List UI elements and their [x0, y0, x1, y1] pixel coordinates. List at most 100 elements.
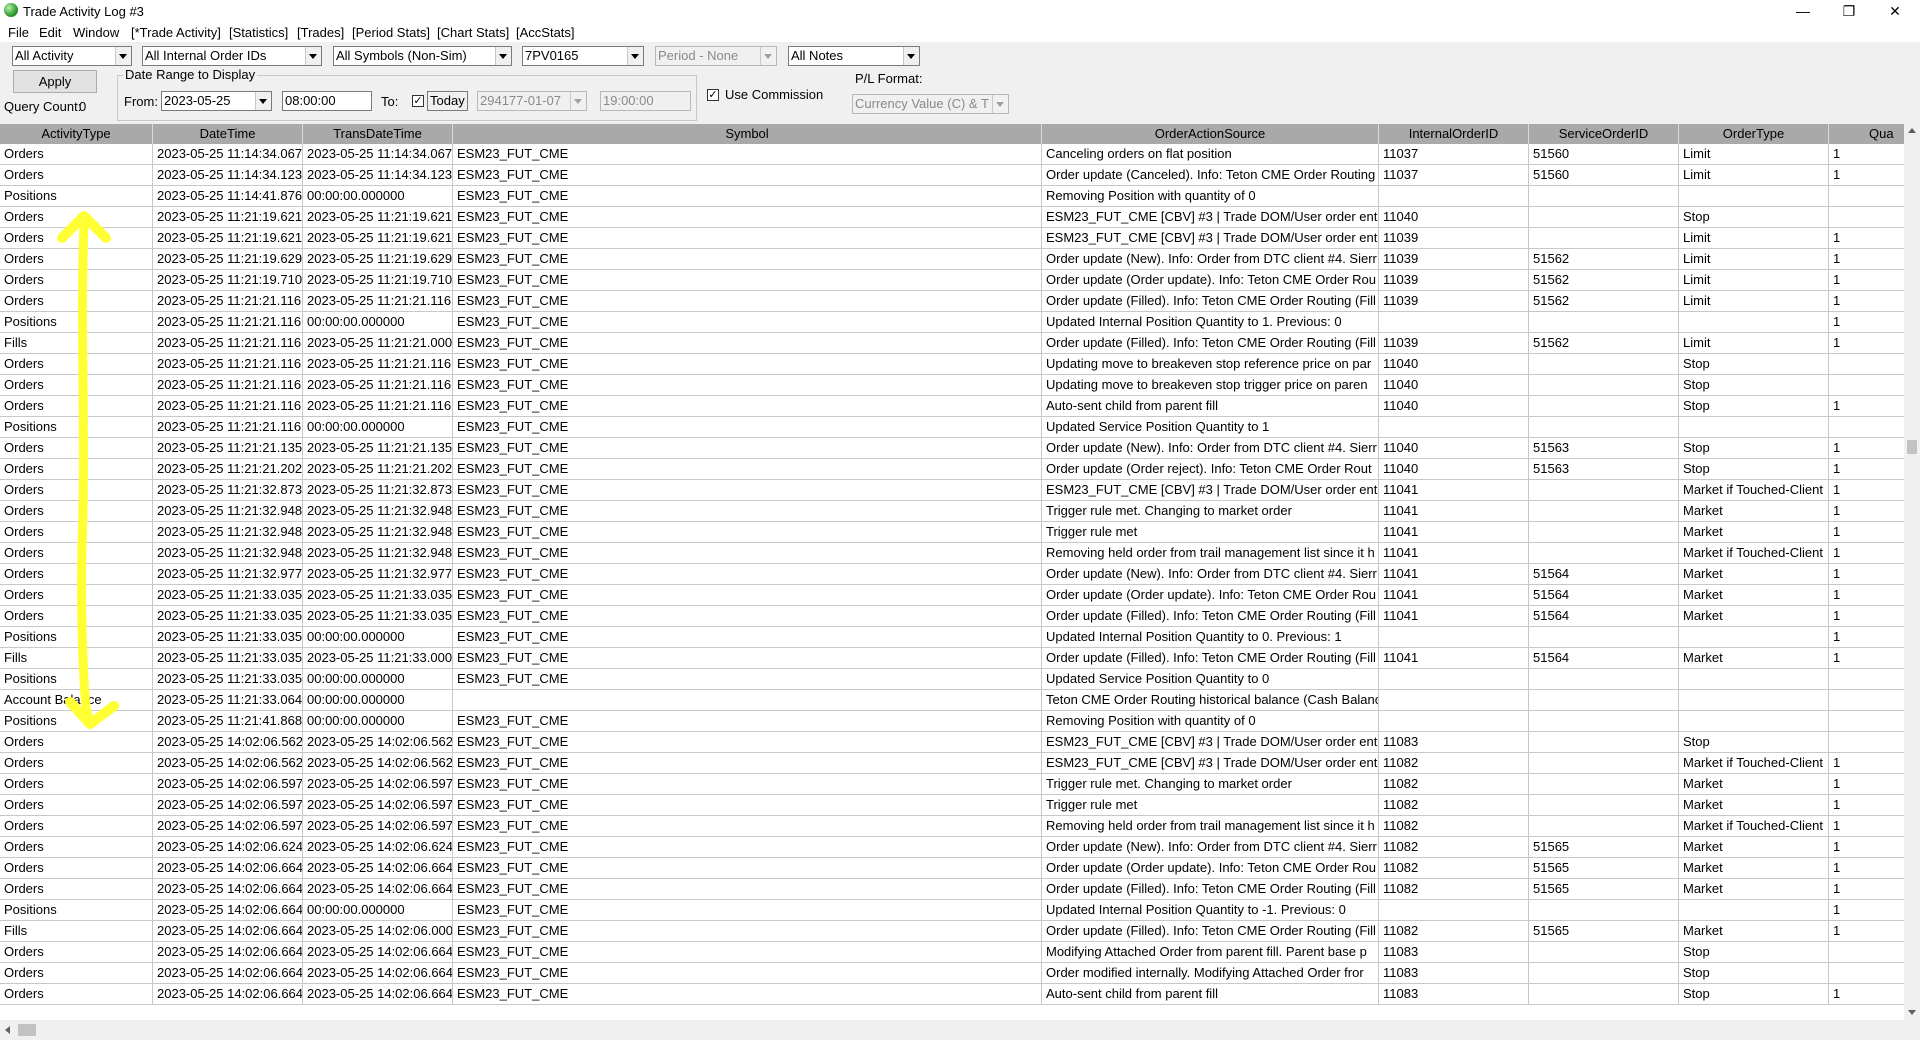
menu-edit[interactable]: Edit — [39, 25, 61, 40]
cell-internal-order-id — [1379, 690, 1529, 710]
table-row[interactable]: Orders 2023-05-25 11:21:32.948 2023-05-25 … — [0, 522, 1904, 543]
column-header-order-action-source[interactable]: OrderActionSource — [1042, 124, 1379, 144]
table-row[interactable]: Orders 2023-05-25 11:14:34.067 2023-05-25 … — [0, 144, 1904, 165]
menu-chart-stats[interactable]: [Chart Stats] — [437, 25, 509, 40]
table-row[interactable]: Orders 2023-05-25 11:21:19.621 2023-05-25 … — [0, 228, 1904, 249]
table-row[interactable]: Positions 2023-05-25 11:21:33.035 00:00:00… — [0, 669, 1904, 690]
menu-window[interactable]: Window — [73, 25, 119, 40]
cell-quantity — [1829, 417, 1904, 437]
cell-quantity: 1 — [1829, 543, 1904, 563]
table-row[interactable]: Positions 2023-05-25 11:14:41.876 00:00:00… — [0, 186, 1904, 207]
table-row[interactable]: Orders 2023-05-25 11:21:19.710 2023-05-25 … — [0, 270, 1904, 291]
cell-service-order-id — [1529, 942, 1679, 962]
cell-internal-order-id — [1379, 186, 1529, 206]
table-row[interactable]: Orders 2023-05-25 11:21:32.948 2023-05-25 … — [0, 501, 1904, 522]
cell-order-type: Market — [1679, 837, 1829, 857]
cell-order-action-source: Removing held order from trail managemen… — [1042, 543, 1379, 563]
table-row[interactable]: Orders 2023-05-25 14:02:06.562 2023-05-25 … — [0, 753, 1904, 774]
table-row[interactable]: Account Balance 2023-05-25 11:21:33.064 00… — [0, 690, 1904, 711]
notes-filter-select[interactable]: All Notes — [788, 46, 920, 66]
scroll-left-icon[interactable] — [5, 1026, 10, 1034]
table-row[interactable]: Orders 2023-05-25 11:21:32.977 2023-05-25 … — [0, 564, 1904, 585]
chevron-down-icon[interactable] — [115, 47, 131, 65]
column-header-symbol[interactable]: Symbol — [453, 124, 1042, 144]
table-row[interactable]: Orders 2023-05-25 14:02:06.624 2023-05-25 … — [0, 837, 1904, 858]
menu-period-stats[interactable]: [Period Stats] — [352, 25, 430, 40]
table-row[interactable]: Orders 2023-05-25 11:14:34.123 2023-05-25 … — [0, 165, 1904, 186]
chevron-down-icon[interactable] — [255, 92, 271, 110]
to-time-value: 19:00:00 — [603, 93, 654, 108]
chevron-down-icon[interactable] — [305, 47, 321, 65]
table-row[interactable]: Orders 2023-05-25 14:02:06.597 2023-05-25 … — [0, 816, 1904, 837]
scroll-up-icon[interactable] — [1908, 128, 1916, 133]
table-row[interactable]: Orders 2023-05-25 11:21:32.948 2023-05-25 … — [0, 543, 1904, 564]
chevron-down-icon[interactable] — [903, 47, 919, 65]
chevron-down-icon[interactable] — [495, 47, 511, 65]
scroll-down-icon[interactable] — [1908, 1010, 1916, 1015]
apply-button[interactable]: Apply — [13, 70, 97, 93]
from-date-picker[interactable]: 2023-05-25 — [161, 91, 272, 111]
table-row[interactable]: Orders 2023-05-25 14:02:06.562 2023-05-25 … — [0, 732, 1904, 753]
cell-trans-date-time: 2023-05-25 14:02:06.664 — [303, 963, 453, 983]
symbol-filter-select[interactable]: All Symbols (Non-Sim) — [333, 46, 512, 66]
table-row[interactable]: Orders 2023-05-25 11:21:21.116 2023-05-25 … — [0, 396, 1904, 417]
table-row[interactable]: Orders 2023-05-25 11:21:19.621 2023-05-25 … — [0, 207, 1904, 228]
cell-order-action-source: Order update (Filled). Info: Teton CME O… — [1042, 921, 1379, 941]
minimize-button[interactable]: — — [1780, 0, 1826, 22]
column-header-quantity[interactable]: Qua — [1829, 124, 1904, 144]
table-row[interactable]: Fills 2023-05-25 11:21:21.116 2023-05-25 1… — [0, 333, 1904, 354]
maximize-button[interactable]: ❐ — [1826, 0, 1872, 22]
table-row[interactable]: Orders 2023-05-25 11:21:21.116 2023-05-25 … — [0, 291, 1904, 312]
cell-quantity: 1 — [1829, 291, 1904, 311]
table-row[interactable]: Orders 2023-05-25 14:02:06.597 2023-05-25 … — [0, 774, 1904, 795]
table-row[interactable]: Orders 2023-05-25 14:02:06.664 2023-05-25 … — [0, 858, 1904, 879]
table-row[interactable]: Orders 2023-05-25 14:02:06.597 2023-05-25 … — [0, 795, 1904, 816]
table-row[interactable]: Fills 2023-05-25 14:02:06.664 2023-05-25 1… — [0, 921, 1904, 942]
column-header-service-order-id[interactable]: ServiceOrderID — [1529, 124, 1679, 144]
activity-filter-select[interactable]: All Activity — [12, 46, 132, 66]
table-row[interactable]: Orders 2023-05-25 11:21:21.202 2023-05-25 … — [0, 459, 1904, 480]
table-row[interactable]: Orders 2023-05-25 11:21:33.035 2023-05-25 … — [0, 606, 1904, 627]
menu-accstats[interactable]: [AccStats] — [516, 25, 575, 40]
column-header-order-type[interactable]: OrderType — [1679, 124, 1829, 144]
pl-format-value: Currency Value (C) & T — [855, 96, 989, 111]
table-row[interactable]: Orders 2023-05-25 11:21:21.116 2023-05-25 … — [0, 354, 1904, 375]
menu-trades[interactable]: [Trades] — [297, 25, 344, 40]
menu-file[interactable]: File — [8, 25, 29, 40]
activity-table[interactable]: ActivityType DateTime TransDateTime Symbol O… — [0, 124, 1904, 1020]
table-row[interactable]: Positions 2023-05-25 11:21:41.868 00:00:00… — [0, 711, 1904, 732]
use-commission-checkbox[interactable]: ✓ — [707, 89, 719, 101]
menu-trade-activity[interactable]: [*Trade Activity] — [131, 25, 221, 40]
cell-service-order-id — [1529, 816, 1679, 836]
cell-order-type: Stop — [1679, 732, 1829, 752]
table-row[interactable]: Orders 2023-05-25 14:02:06.664 2023-05-25 … — [0, 984, 1904, 1005]
table-row[interactable]: Positions 2023-05-25 11:21:21.116 00:00:00… — [0, 312, 1904, 333]
close-button[interactable]: ✕ — [1872, 0, 1918, 22]
today-checkbox[interactable]: ✓ — [412, 95, 424, 107]
account-filter-select[interactable]: 7PV0165 — [522, 46, 644, 66]
vertical-scroll-thumb[interactable] — [1907, 440, 1917, 454]
table-row[interactable]: Orders 2023-05-25 14:02:06.664 2023-05-25 … — [0, 963, 1904, 984]
order-id-filter-select[interactable]: All Internal Order IDs — [142, 46, 322, 66]
table-row[interactable]: Orders 2023-05-25 11:21:19.629 2023-05-25 … — [0, 249, 1904, 270]
table-row[interactable]: Orders 2023-05-25 11:21:21.116 2023-05-25 … — [0, 375, 1904, 396]
column-header-internal-order-id[interactable]: InternalOrderID — [1379, 124, 1529, 144]
table-row[interactable]: Positions 2023-05-25 11:21:21.116 00:00:00… — [0, 417, 1904, 438]
horizontal-scroll-thumb[interactable] — [18, 1024, 36, 1036]
vertical-scrollbar[interactable] — [1904, 124, 1920, 1020]
table-row[interactable]: Orders 2023-05-25 14:02:06.664 2023-05-25 … — [0, 942, 1904, 963]
from-time-field[interactable]: 08:00:00 — [282, 91, 372, 111]
cell-trans-date-time: 2023-05-25 11:14:34.067 — [303, 144, 453, 164]
column-header-trans-date-time[interactable]: TransDateTime — [303, 124, 453, 144]
cell-internal-order-id: 11039 — [1379, 270, 1529, 290]
table-row[interactable]: Fills 2023-05-25 11:21:33.035 2023-05-25 1… — [0, 648, 1904, 669]
table-row[interactable]: Orders 2023-05-25 11:21:32.873 2023-05-25 … — [0, 480, 1904, 501]
table-row[interactable]: Positions 2023-05-25 11:21:33.035 00:00:00… — [0, 627, 1904, 648]
table-row[interactable]: Orders 2023-05-25 11:21:33.035 2023-05-25 … — [0, 585, 1904, 606]
table-row[interactable]: Positions 2023-05-25 14:02:06.664 00:00:00… — [0, 900, 1904, 921]
table-row[interactable]: Orders 2023-05-25 14:02:06.664 2023-05-25 … — [0, 879, 1904, 900]
horizontal-scrollbar[interactable] — [0, 1020, 1904, 1040]
menu-statistics[interactable]: [Statistics] — [229, 25, 288, 40]
table-row[interactable]: Orders 2023-05-25 11:21:21.135 2023-05-25 … — [0, 438, 1904, 459]
chevron-down-icon[interactable] — [627, 47, 643, 65]
